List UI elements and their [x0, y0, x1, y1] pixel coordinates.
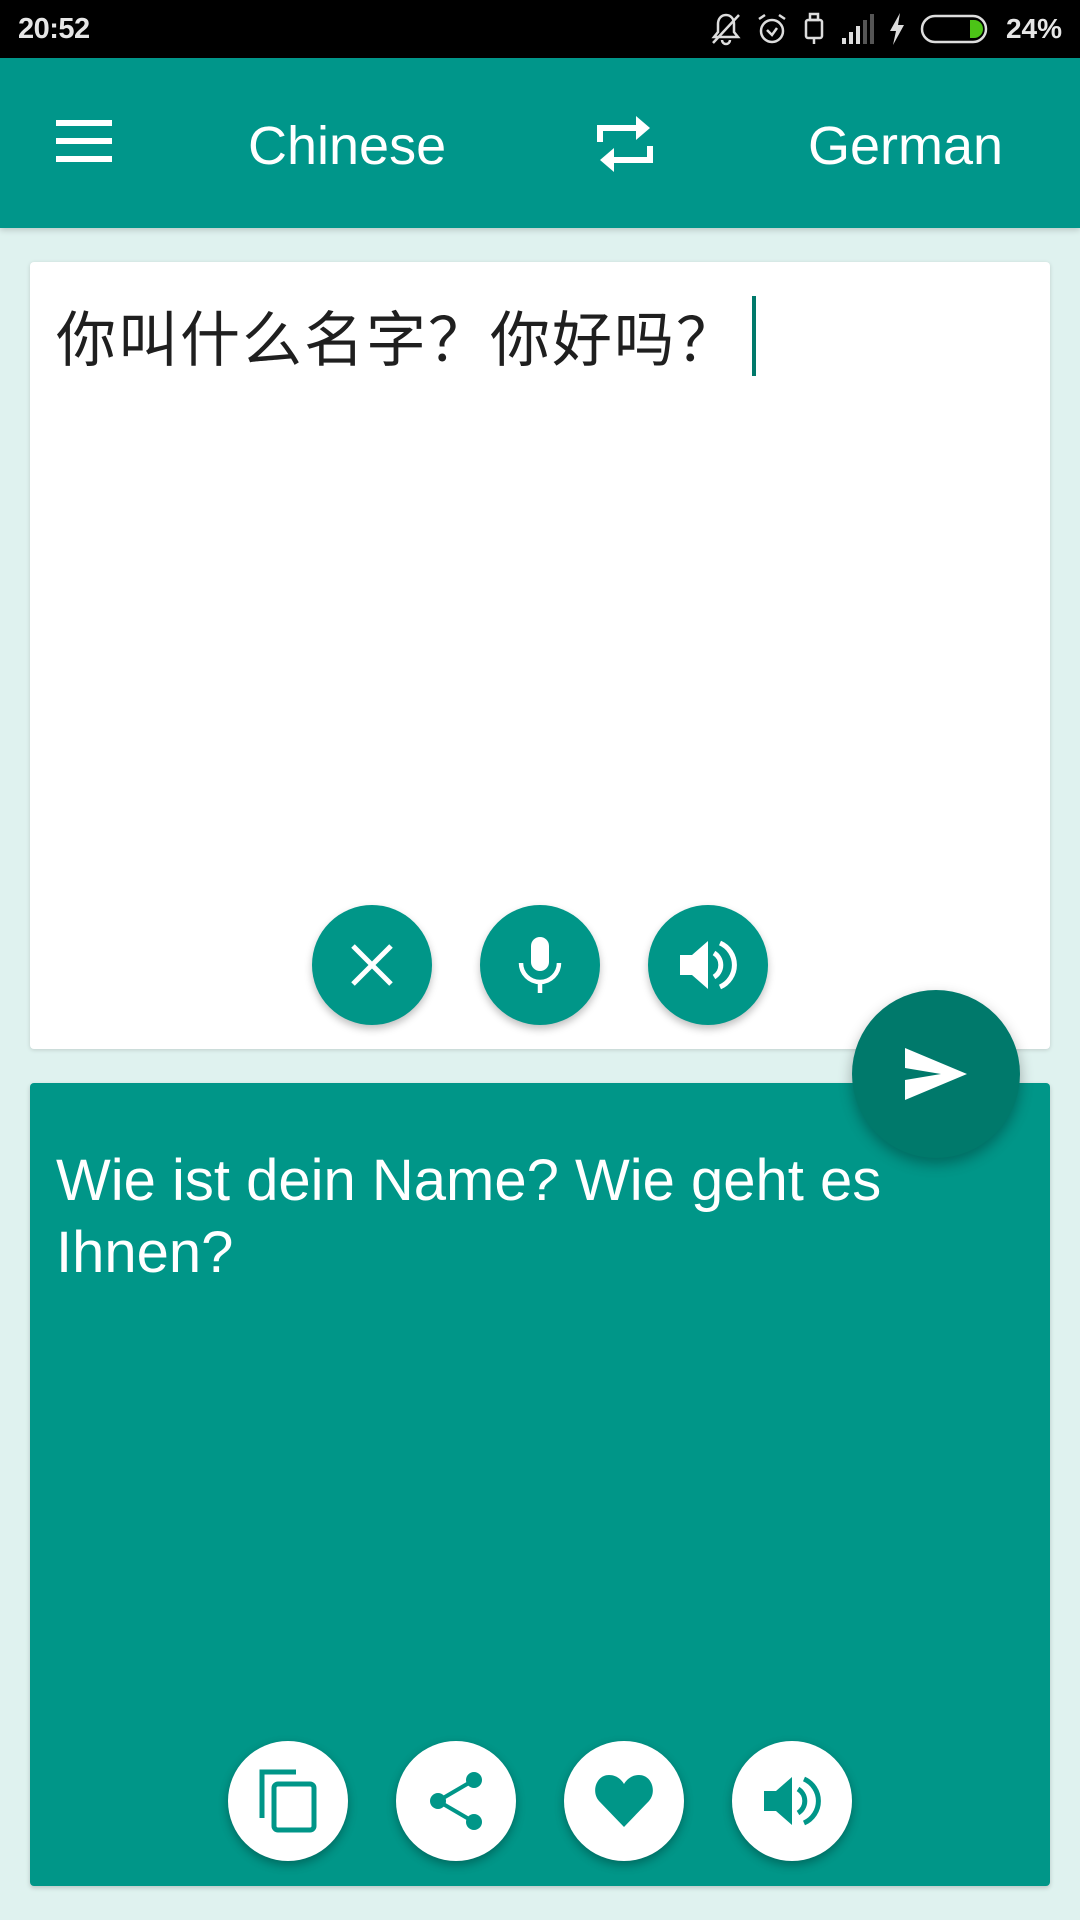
send-icon — [905, 1048, 967, 1100]
speaker-icon — [680, 940, 737, 990]
status-bar: 20:52 24% — [0, 0, 1080, 58]
text-cursor — [752, 295, 756, 376]
target-panel: Wie ist dein Name? Wie geht es Ihnen? — [30, 1083, 1050, 1886]
toolbar: Chinese German — [0, 58, 1080, 228]
status-time: 20:52 — [18, 12, 90, 45]
speak-source-button[interactable] — [648, 905, 768, 1025]
source-panel: 你叫什么名字？你好吗？ — [30, 262, 1050, 1049]
charging-icon — [888, 13, 906, 45]
microphone-icon — [518, 937, 562, 993]
voice-input-button[interactable] — [480, 905, 600, 1025]
status-icons: 24% — [710, 12, 1062, 46]
hamburger-menu-icon[interactable] — [56, 120, 112, 164]
source-input[interactable]: 你叫什么名字？你好吗？ — [56, 292, 756, 379]
battery-percent: 24% — [1005, 13, 1062, 44]
usb-icon — [802, 12, 826, 46]
target-language-selector[interactable]: German — [808, 116, 1003, 176]
source-input-text: 你叫什么名字？你好吗？ — [56, 306, 738, 376]
alarm-icon — [756, 12, 788, 46]
share-button[interactable] — [396, 1741, 516, 1861]
favorite-button[interactable] — [564, 1741, 684, 1861]
speaker-icon — [764, 1776, 821, 1826]
translation-output[interactable]: Wie ist dein Name? Wie geht es Ihnen? — [56, 1145, 956, 1289]
heart-icon — [595, 1775, 653, 1827]
share-icon — [430, 1772, 482, 1830]
source-language-selector[interactable]: Chinese — [248, 116, 446, 176]
copy-button[interactable] — [228, 1741, 348, 1861]
notifications-off-icon — [710, 12, 742, 46]
close-icon — [351, 944, 393, 986]
battery-icon — [920, 14, 990, 44]
speak-target-button[interactable] — [732, 1741, 852, 1861]
translate-button[interactable] — [852, 990, 1020, 1158]
swap-languages-icon[interactable] — [592, 112, 658, 176]
signal-icon — [840, 14, 874, 44]
clear-button[interactable] — [312, 905, 432, 1025]
copy-icon — [259, 1769, 317, 1833]
